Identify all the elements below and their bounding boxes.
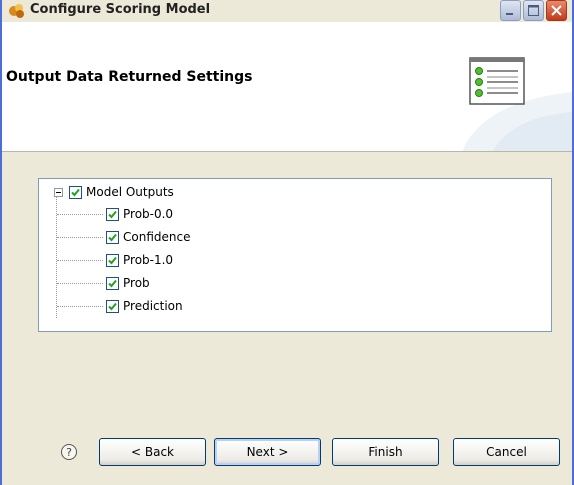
tree-connector [57, 283, 103, 284]
window-title: Configure Scoring Model [30, 2, 211, 17]
tree-connector [57, 306, 103, 307]
dialog-window: Configure Scoring Model Output Data Retu… [0, 0, 574, 485]
close-button[interactable] [546, 0, 567, 21]
maximize-icon [528, 5, 539, 16]
tree-node-child[interactable]: Prob-1.0 [57, 251, 174, 269]
tree-node-child[interactable]: Prediction [57, 297, 183, 315]
tree-node-label: Prediction [123, 299, 183, 313]
tree-node-model-outputs[interactable]: Model Outputs [54, 183, 174, 201]
cancel-button[interactable]: Cancel [453, 438, 560, 466]
help-icon[interactable]: ? [61, 444, 77, 460]
maximize-button[interactable] [523, 0, 544, 21]
tree-node-child[interactable]: Prob-0.0 [57, 205, 174, 223]
tree-node-label: Prob-1.0 [123, 253, 174, 267]
page-title: Output Data Returned Settings [6, 69, 253, 85]
settings-list-icon [469, 57, 525, 105]
app-icon [8, 2, 26, 20]
tree-node-label: Prob-0.0 [123, 207, 174, 221]
tree-connector [57, 237, 103, 238]
checkbox-checked-icon[interactable] [106, 207, 119, 221]
help-symbol: ? [66, 445, 72, 459]
tree-connector [57, 260, 103, 261]
close-icon [551, 5, 562, 16]
wizard-header: Output Data Returned Settings [2, 22, 572, 152]
next-button[interactable]: Next > [214, 438, 321, 466]
tree-node-child[interactable]: Prob [57, 274, 150, 292]
tree-node-label: Confidence [123, 230, 191, 244]
tree-node-child[interactable]: Confidence [57, 228, 191, 246]
checkbox-checked-icon[interactable] [106, 299, 119, 313]
collapse-icon[interactable] [54, 187, 63, 197]
checkbox-checked-icon[interactable] [106, 253, 119, 267]
title-bar[interactable]: Configure Scoring Model [2, 0, 572, 22]
tree-node-label: Prob [123, 276, 150, 290]
minimize-button[interactable] [500, 0, 521, 21]
checkbox-checked-icon[interactable] [106, 230, 119, 244]
checkbox-checked-icon[interactable] [69, 185, 82, 199]
tree-connector [57, 214, 103, 215]
finish-button[interactable]: Finish [332, 438, 439, 466]
checkbox-checked-icon[interactable] [106, 276, 119, 290]
back-button[interactable]: < Back [99, 438, 206, 466]
tree-node-label: Model Outputs [86, 185, 174, 199]
minimize-icon [506, 13, 513, 15]
